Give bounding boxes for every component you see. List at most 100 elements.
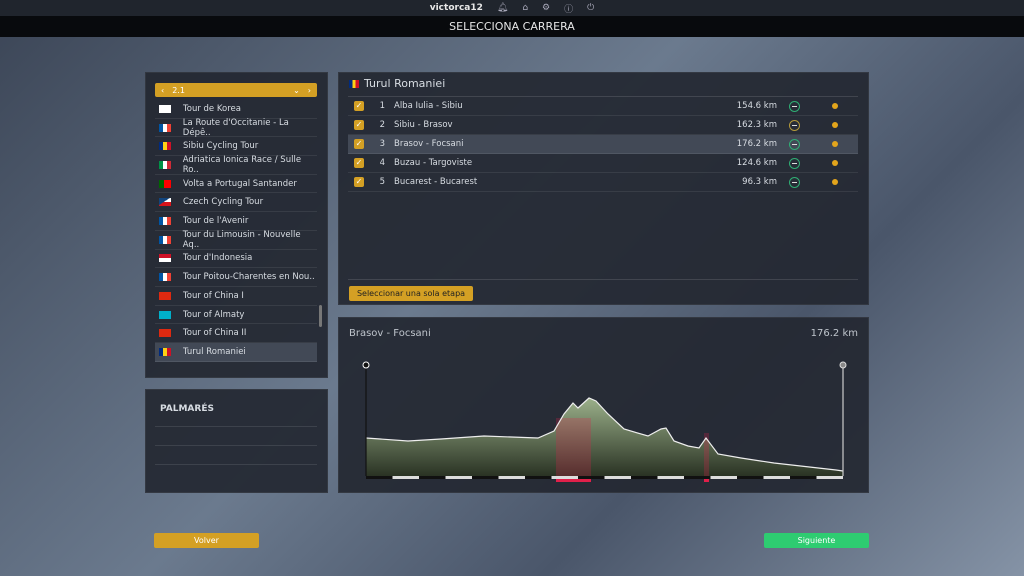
- race-item[interactable]: Tour de l'Avenir: [155, 212, 317, 231]
- top-bar: victorca12 🔔︎ ⌂ ⚙ ⓘ ⏻: [0, 0, 1024, 16]
- distance-scale-segment: [525, 476, 552, 479]
- flag-icon: [159, 291, 171, 300]
- race-item[interactable]: La Route d'Occitanie - La Dépê..: [155, 117, 317, 138]
- distance-scale-segment: [684, 476, 711, 479]
- terrain-flat-icon: [789, 138, 800, 150]
- flag-icon: [159, 347, 171, 356]
- category-value: 2.1: [172, 85, 185, 95]
- stage-name: Sibiu - Brasov: [394, 120, 453, 130]
- race-item-label: Volta a Portugal Santander: [183, 178, 297, 189]
- stage-profile-panel: Brasov - Focsani 176.2 km: [338, 317, 869, 493]
- race-item-label: Czech Cycling Tour: [183, 197, 264, 208]
- next-icon[interactable]: ›: [308, 86, 311, 95]
- race-item-label: Adriatica Ionica Race / Sulle Ro..: [182, 154, 302, 175]
- race-item-label: Tour of China I: [183, 290, 244, 301]
- stage-distance: 162.3 km: [736, 120, 777, 130]
- race-item[interactable]: Tour de Korea: [155, 100, 317, 119]
- stage-number: 4: [379, 158, 385, 168]
- race-item[interactable]: Tour of China II: [155, 324, 317, 344]
- stage-distance: 154.6 km: [736, 101, 777, 111]
- distance-scale-segment: [498, 476, 525, 479]
- distance-scale-segment: [419, 476, 446, 479]
- flag-icon: [159, 273, 171, 282]
- race-item[interactable]: Tour du Limousin - Nouvelle Aq..: [155, 229, 317, 250]
- scrollbar[interactable]: [319, 305, 322, 327]
- stage-status-dot: [832, 179, 838, 185]
- climb-marker: [704, 479, 709, 482]
- back-button[interactable]: Volver: [154, 533, 259, 548]
- palmares-title: PALMARÉS: [160, 404, 214, 414]
- race-item[interactable]: Czech Cycling Tour: [155, 194, 317, 213]
- category-selector[interactable]: ‹ 2.1 ⌄ ›: [155, 83, 317, 97]
- race-item[interactable]: Adriatica Ionica Race / Sulle Ro..: [155, 154, 317, 175]
- distance-scale-segment: [631, 476, 658, 479]
- stage-checkbox[interactable]: ✓: [354, 177, 364, 187]
- distance-scale-segment: [392, 476, 419, 479]
- bell-icon[interactable]: 🔔︎: [497, 3, 508, 13]
- home-icon[interactable]: ⌂: [522, 3, 528, 13]
- race-item-label: Tour de l'Avenir: [183, 216, 249, 227]
- distance-scale-segment: [790, 476, 817, 479]
- chevron-down-icon[interactable]: ⌄: [293, 86, 300, 95]
- select-single-stage-button[interactable]: Seleccionar una sola etapa: [349, 286, 473, 301]
- stage-row[interactable]: ✓ 5 Bucarest - Bucarest 96.3 km: [348, 173, 858, 192]
- flag-icon: [349, 79, 359, 88]
- flag-icon: [159, 123, 171, 132]
- race-item[interactable]: Tour Poitou-Charentes en Nou..: [155, 268, 317, 287]
- stage-row[interactable]: ✓ 3 Brasov - Focsani 176.2 km: [348, 135, 858, 154]
- distance-scale-segment: [657, 476, 684, 479]
- distance-scale-segment: [816, 476, 843, 479]
- climb-zone: [556, 418, 591, 476]
- race-item[interactable]: Tour d'Indonesia: [155, 250, 317, 269]
- flag-icon: [159, 179, 171, 188]
- next-button[interactable]: Siguiente: [764, 533, 869, 548]
- distance-scale-segment: [763, 476, 790, 479]
- race-item[interactable]: Volta a Portugal Santander: [155, 175, 317, 194]
- race-item-label: Tour of China II: [183, 328, 247, 339]
- race-item-label: Tour of Almaty: [183, 309, 245, 320]
- terrain-flat-icon: [789, 157, 800, 169]
- race-item-label: Tour de Korea: [183, 103, 241, 114]
- flag-icon: [159, 160, 171, 169]
- race-item[interactable]: Sibiu Cycling Tour: [155, 137, 317, 157]
- flag-icon: [159, 254, 171, 263]
- prev-icon[interactable]: ‹: [161, 86, 164, 95]
- flag-icon: [159, 235, 171, 244]
- race-name: Turul Romaniei: [364, 77, 446, 90]
- elevation-profile: [362, 361, 847, 482]
- stage-status-dot: [832, 103, 838, 109]
- race-item-label: Tour du Limousin - Nouvelle Aq..: [182, 229, 301, 250]
- stage-row[interactable]: ✓ 1 Alba Iulia - Sibiu 154.6 km: [348, 97, 858, 116]
- stage-checkbox[interactable]: ✓: [354, 139, 364, 149]
- flag-icon: [159, 104, 171, 113]
- stage-checkbox[interactable]: ✓: [354, 158, 364, 168]
- race-item[interactable]: Turul Romaniei: [155, 343, 317, 362]
- stage-number: 3: [379, 139, 385, 149]
- power-icon[interactable]: ⏻: [587, 3, 594, 13]
- stage-name: Brasov - Focsani: [394, 139, 464, 149]
- palmares-panel: PALMARÉS: [145, 389, 328, 493]
- stage-checkbox[interactable]: ✓: [354, 101, 364, 111]
- race-item-label: La Route d'Occitanie - La Dépê..: [182, 117, 289, 138]
- race-item[interactable]: Tour of Almaty: [155, 306, 317, 325]
- distance-scale-segment: [472, 476, 499, 479]
- stage-distance: 96.3 km: [742, 177, 777, 187]
- info-icon[interactable]: ⓘ: [564, 2, 573, 15]
- finish-icon: [839, 361, 847, 369]
- start-icon: [362, 361, 370, 369]
- page-title: SELECCIONA CARRERA: [0, 16, 1024, 37]
- distance-scale-segment: [578, 476, 605, 479]
- distance-scale-segment: [710, 476, 737, 479]
- stage-distance: 176.2 km: [736, 139, 777, 149]
- stage-number: 1: [379, 101, 385, 111]
- stage-checkbox[interactable]: ✓: [354, 120, 364, 130]
- race-item[interactable]: Tour of China I: [155, 287, 317, 306]
- race-detail-panel: Turul Romaniei ✓ 1 Alba Iulia - Sibiu 154.6…: [338, 72, 869, 305]
- terrain-flat-icon: [789, 176, 800, 188]
- stage-row[interactable]: ✓ 4 Buzau - Targoviste 124.6 km: [348, 154, 858, 173]
- stage-number: 2: [379, 120, 385, 130]
- gear-icon[interactable]: ⚙: [542, 3, 550, 13]
- stage-row[interactable]: ✓ 2 Sibiu - Brasov 162.3 km: [348, 116, 858, 135]
- distance-scale-segment: [551, 476, 578, 479]
- distance-scale-segment: [445, 476, 472, 479]
